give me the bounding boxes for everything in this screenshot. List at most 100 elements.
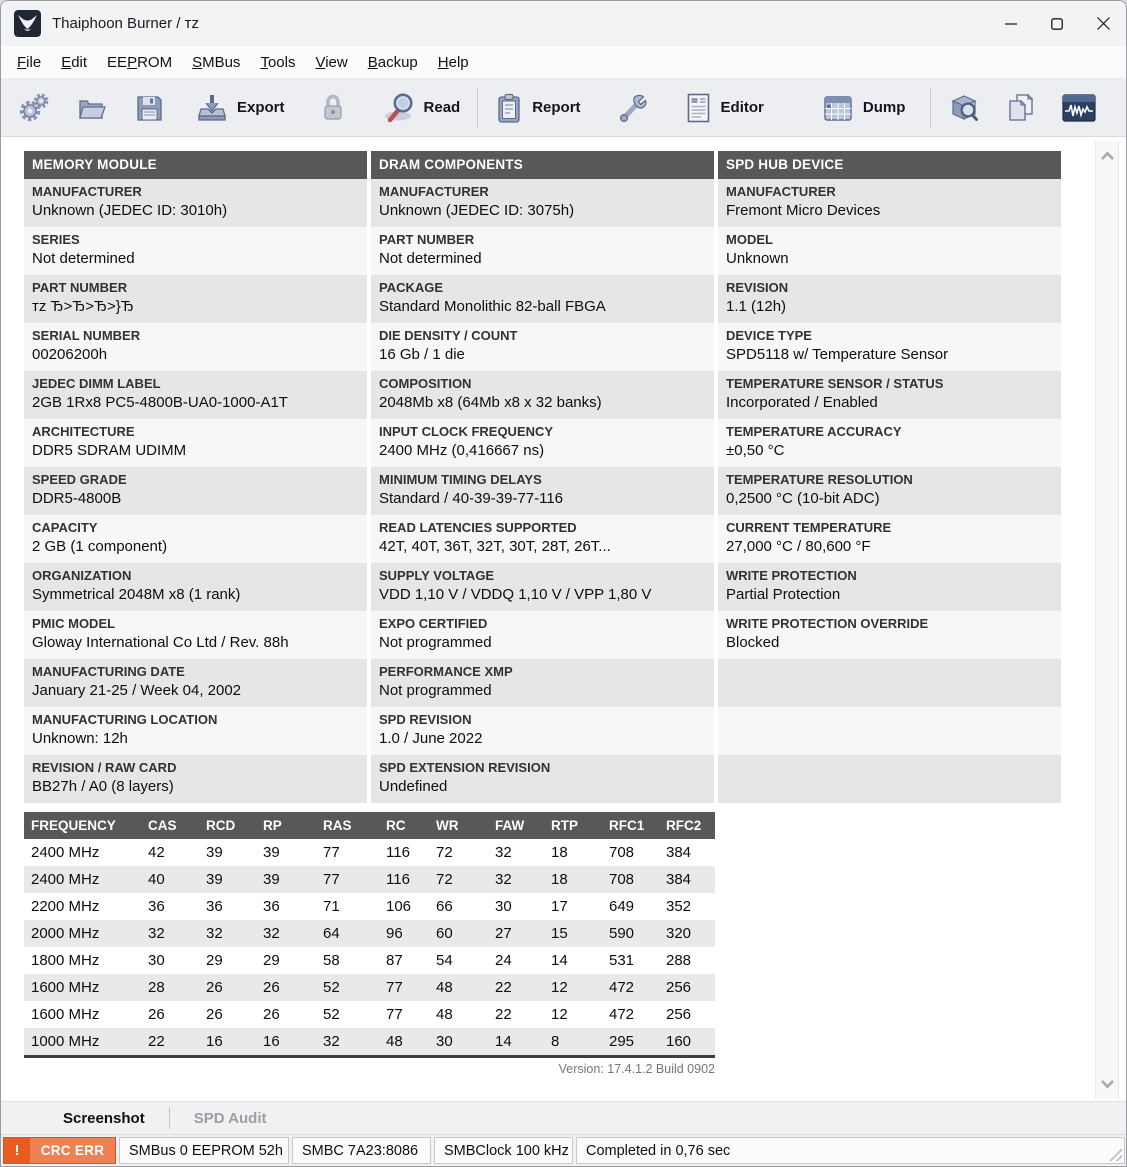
- spec-label: TEMPERATURE SENSOR / STATUS: [726, 375, 1053, 392]
- spec-label: MANUFACTURING DATE: [32, 663, 359, 680]
- spec-value: Fremont Micro Devices: [726, 200, 1053, 222]
- resize-grip[interactable]: [1108, 1147, 1122, 1161]
- spec-label: REVISION / RAW CARD: [32, 759, 359, 776]
- vertical-scrollbar[interactable]: [1095, 141, 1119, 1099]
- cell-rtp: 14: [544, 952, 602, 969]
- spec-label: WRITE PROTECTION: [726, 567, 1053, 584]
- waveform-button[interactable]: [1053, 88, 1105, 128]
- cell-rcd: 16: [199, 1033, 256, 1050]
- menu-item[interactable]: SMBus: [182, 50, 250, 75]
- open-file-button[interactable]: [67, 86, 117, 130]
- spec-row: SPD REVISION 1.0 / June 2022: [371, 707, 714, 755]
- cell-rc: 116: [379, 871, 429, 888]
- cell-rfc1: 708: [602, 844, 659, 861]
- cell-rtp: 18: [544, 844, 602, 861]
- settings-button[interactable]: [9, 86, 59, 130]
- table-row: 2000 MHz 32 32 32 64 96 60 27 15 590 320: [24, 920, 715, 947]
- panel-spd-hub-device: SPD HUB DEVICE MANUFACTURER Fremont Micr…: [718, 151, 1061, 803]
- menu-item[interactable]: Edit: [51, 50, 97, 75]
- read-button[interactable]: Read: [372, 86, 470, 130]
- panel-rows: MANUFACTURER Unknown (JEDEC ID: 3075h) P…: [371, 179, 714, 803]
- spec-row: JEDEC DIMM LABEL 2GB 1Rx8 PC5-4800B-UA0-…: [24, 371, 367, 419]
- lock-button[interactable]: [310, 87, 356, 129]
- spec-value: 2 GB (1 component): [32, 536, 359, 558]
- spec-label: COMPOSITION: [379, 375, 706, 392]
- minimize-button[interactable]: [988, 1, 1034, 46]
- spec-label: PERFORMANCE XMP: [379, 663, 706, 680]
- editor-button[interactable]: Editor: [676, 86, 773, 130]
- dump-label: Dump: [863, 99, 906, 116]
- cell-ras: 52: [316, 979, 379, 996]
- export-button[interactable]: Export: [187, 86, 294, 130]
- copy-button[interactable]: [997, 86, 1045, 130]
- spec-value: Unknown (JEDEC ID: 3075h): [379, 200, 706, 222]
- spec-value: Not determined: [32, 248, 359, 270]
- gears-icon: [18, 92, 50, 124]
- main-content: MEMORY MODULE MANUFACTURER Unknown (JEDE…: [1, 137, 1126, 1101]
- menu-item[interactable]: EEPROM: [97, 50, 182, 75]
- scroll-up-icon[interactable]: [1100, 151, 1115, 161]
- menu-item[interactable]: Help: [428, 50, 479, 75]
- column-header: FAW: [488, 818, 544, 833]
- read-label: Read: [424, 99, 461, 116]
- cell-rc: 106: [379, 898, 429, 915]
- cell-rfc1: 531: [602, 952, 659, 969]
- save-button[interactable]: [125, 87, 173, 129]
- cell-ras: 58: [316, 952, 379, 969]
- close-button[interactable]: [1080, 1, 1126, 46]
- menu-item[interactable]: View: [305, 50, 357, 75]
- maximize-button[interactable]: [1034, 1, 1080, 46]
- cell-cas: 26: [141, 1006, 199, 1023]
- menu-item[interactable]: Backup: [358, 50, 428, 75]
- find-button[interactable]: [939, 86, 989, 130]
- cell-rc: 48: [379, 1033, 429, 1050]
- cell-rp: 26: [256, 979, 316, 996]
- cell-faw: 14: [488, 1033, 544, 1050]
- table-row: 1800 MHz 30 29 29 58 87 54 24 14 531 288: [24, 947, 715, 974]
- dump-button[interactable]: Dump: [813, 87, 915, 129]
- column-header: WR: [429, 818, 488, 833]
- cell-faw: 32: [488, 871, 544, 888]
- cell-cas: 30: [141, 952, 199, 969]
- spec-row: DEVICE TYPE SPD5118 w/ Temperature Senso…: [718, 323, 1061, 371]
- cell-rp: 16: [256, 1033, 316, 1050]
- menu-item[interactable]: File: [7, 50, 51, 75]
- spec-value: VDD 1,10 V / VDDQ 1,10 V / VPP 1,80 V: [379, 584, 706, 606]
- folder-icon: [76, 92, 108, 124]
- spec-row: PACKAGE Standard Monolithic 82-ball FBGA: [371, 275, 714, 323]
- report-label: Report: [532, 99, 580, 116]
- status-bar: ! CRC ERR SMBus 0 EEPROM 52h SMBC 7A23:8…: [1, 1134, 1126, 1166]
- spec-row: MANUFACTURING DATE January 21-25 / Week …: [24, 659, 367, 707]
- spec-value: Unknown: [726, 248, 1053, 270]
- spec-row: MANUFACTURER Unknown (JEDEC ID: 3075h): [371, 179, 714, 227]
- spec-value: DDR5-4800B: [32, 488, 359, 510]
- tab-screenshot[interactable]: Screenshot: [39, 1110, 169, 1127]
- spec-label: MANUFACTURER: [726, 183, 1053, 200]
- export-icon: [196, 92, 228, 124]
- report-button[interactable]: Report: [486, 86, 589, 130]
- spec-value: Incorporated / Enabled: [726, 392, 1053, 414]
- scroll-down-icon[interactable]: [1100, 1079, 1115, 1089]
- spec-value: Not programmed: [379, 632, 706, 654]
- spec-row: PERFORMANCE XMP Not programmed: [371, 659, 714, 707]
- cell-frequency: 2000 MHz: [24, 925, 141, 942]
- cell-rfc1: 472: [602, 979, 659, 996]
- cell-wr: 48: [429, 979, 488, 996]
- menu-item[interactable]: Tools: [250, 50, 305, 75]
- panel-dram-components: DRAM COMPONENTS MANUFACTURER Unknown (JE…: [371, 151, 714, 803]
- tools-button[interactable]: [608, 86, 658, 130]
- table-row: 2400 MHz 40 39 39 77 116 72 32 18 708 38…: [24, 866, 715, 893]
- cell-rp: 39: [256, 871, 316, 888]
- editor-label: Editor: [721, 99, 764, 116]
- spec-row: REVISION / RAW CARD BB27h / A0 (8 layers…: [24, 755, 367, 803]
- cell-rcd: 26: [199, 1006, 256, 1023]
- cell-faw: 22: [488, 979, 544, 996]
- cell-frequency: 1600 MHz: [24, 1006, 141, 1023]
- cell-rtp: 18: [544, 871, 602, 888]
- cell-rcd: 36: [199, 898, 256, 915]
- timing-table-body: 2400 MHz 42 39 39 77 116 72 32 18 708 38…: [24, 839, 715, 1055]
- cell-rtp: 17: [544, 898, 602, 915]
- tab-spd-audit[interactable]: SPD Audit: [170, 1110, 291, 1127]
- spec-label: READ LATENCIES SUPPORTED: [379, 519, 706, 536]
- toolbar: Export Read: [1, 79, 1126, 137]
